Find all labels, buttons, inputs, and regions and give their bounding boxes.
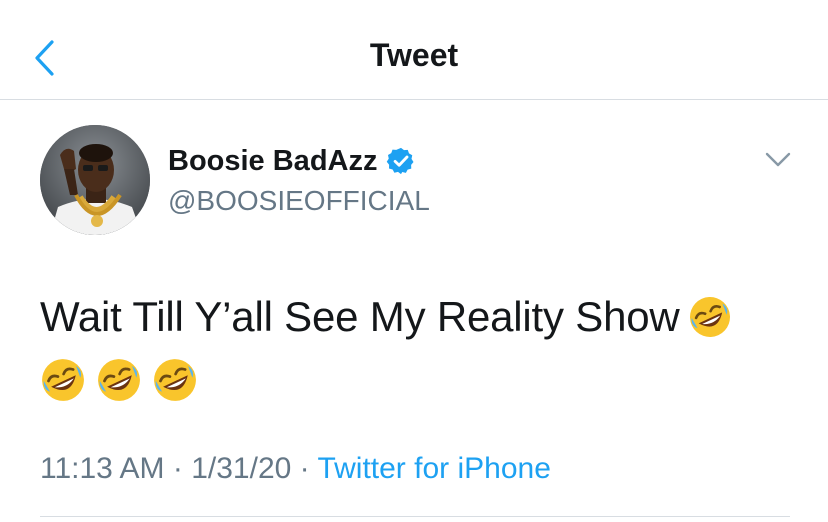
author-handle[interactable]: @BOOSIEOFFICIAL [168,185,430,217]
author-display-name[interactable]: Boosie BadAzz [168,145,377,178]
page-title: Tweet [369,37,459,73]
divider [40,516,790,517]
tweet-source-link[interactable]: Twitter for iPhone [317,452,550,485]
tweet-menu-button[interactable] [764,150,792,170]
meta-separator: · [172,452,183,485]
rolling-on-the-floor-laughing-emoji [42,359,84,401]
emoji-line [40,357,198,405]
chevron-down-icon [765,152,791,167]
profile-photo [40,125,150,235]
tweet-meta: 11:13 AM · 1/31/20 · Twitter for iPhone [40,452,551,486]
verified-badge-icon [386,146,416,176]
rolling-on-the-floor-laughing-emoji [689,297,730,337]
rolling-on-the-floor-laughing-emoji [98,359,140,401]
tweet-time: 11:13 AM [40,452,165,485]
avatar[interactable] [40,125,150,235]
navigation-header: Tweet [0,0,828,100]
tweet-date: 1/31/20 [191,452,292,485]
tweet-detail-screen: Tweet Boosie BadAzz @BOOSIEOFFICIAL Wait… [0,0,828,522]
author-name-row[interactable]: Boosie BadAzz [168,143,416,179]
meta-separator: · [299,452,310,485]
tweet-text-content: Wait Till Y’all See My Reality Show [40,293,680,340]
rolling-on-the-floor-laughing-emoji [154,359,196,401]
tweet-text: Wait Till Y’all See My Reality Show [40,288,800,346]
